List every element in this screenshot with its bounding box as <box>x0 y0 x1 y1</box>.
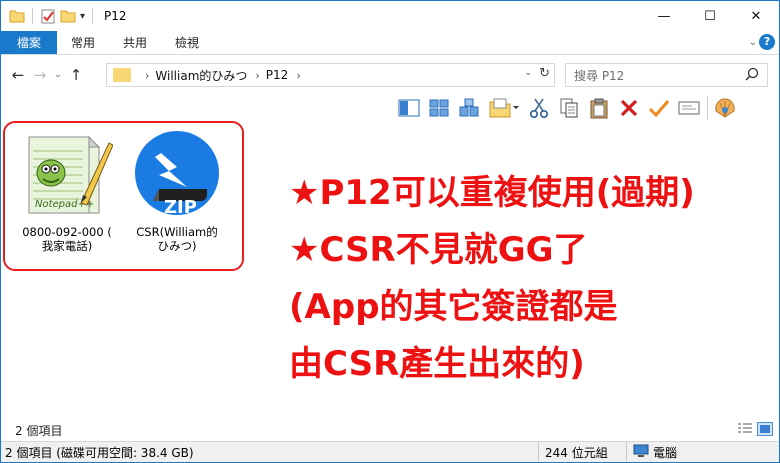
search-icon[interactable] <box>745 67 759 85</box>
status-location: 電腦 <box>653 445 678 460</box>
delete-icon[interactable] <box>617 96 641 120</box>
annotation-line: 由CSR產生出來的) <box>289 344 585 384</box>
tab-view[interactable]: 檢視 <box>161 31 213 54</box>
tab-home[interactable]: 常用 <box>57 31 109 54</box>
folder-icon[interactable] <box>9 8 25 24</box>
search-input[interactable]: 搜尋 P12 <box>565 63 768 87</box>
view-switcher <box>737 422 773 436</box>
refresh-icon[interactable]: ↻ <box>539 66 550 81</box>
large-icons-view-icon[interactable] <box>427 96 451 120</box>
toolbar-divider <box>92 8 94 24</box>
back-button[interactable]: ← <box>7 66 29 84</box>
search-placeholder: 搜尋 P12 <box>574 68 625 83</box>
mail-icon[interactable] <box>677 96 701 120</box>
file-name-line2: 我家電話) <box>41 239 93 253</box>
ribbon-tabs: 檔案 常用 共用 檢視 ⌄ ? <box>1 31 779 55</box>
scissors-icon[interactable] <box>527 96 551 120</box>
status-bar: 2 個項目 (磁碟可用空間: 38.4 GB) 244 位元組 電腦 <box>1 441 779 462</box>
large-icons-toggle-icon[interactable] <box>757 422 773 436</box>
tiles-view-icon[interactable] <box>457 96 481 120</box>
details-pane-icon[interactable] <box>397 96 421 120</box>
paste-icon[interactable] <box>587 96 611 120</box>
shell-icon[interactable] <box>707 96 737 120</box>
breadcrumb-chevron-icon[interactable]: › <box>255 69 259 82</box>
breadcrumb-william[interactable]: William的ひみつ <box>155 67 247 84</box>
annotation-line: ★P12可以重複使用(過期) <box>289 173 695 213</box>
annotation-line: (App的其它簽證都是 <box>289 287 618 327</box>
navigation-bar: ← → ⌄ ↑ › William的ひみつ › P12 › ⌄ ↻ 搜尋 P12 <box>1 59 779 91</box>
title-bar: ▾ P12 — ☐ ✕ <box>1 1 779 31</box>
breadcrumb-chevron-icon[interactable]: › <box>296 69 300 82</box>
file-name-line1: 0800-092-000 ( <box>22 225 112 239</box>
quick-access-dropdown-icon[interactable]: ▾ <box>80 11 85 22</box>
quick-access-toolbar: ▾ <box>9 8 96 24</box>
window-title: P12 <box>104 9 127 23</box>
explorer-window: ▾ P12 — ☐ ✕ 檔案 常用 共用 檢視 ⌄ ? ← → ⌄ ↑ › Wi… <box>0 0 780 463</box>
toolbar-divider <box>32 8 33 24</box>
new-folder-icon[interactable] <box>60 8 76 24</box>
zip-archive-icon: ZIP <box>129 131 225 221</box>
status-items-summary: 2 個項目 (磁碟可用空間: 38.4 GB) <box>5 445 194 460</box>
command-toolbar <box>397 95 737 121</box>
breadcrumb-chevron-icon[interactable]: › <box>145 69 149 82</box>
window-controls: — ☐ ✕ <box>641 1 779 31</box>
zip-badge-text: ZIP <box>164 197 197 218</box>
tab-file[interactable]: 檔案 <box>1 31 58 54</box>
status-size: 244 位元組 <box>545 445 608 460</box>
up-button[interactable]: ↑ <box>65 66 87 84</box>
folder-icon <box>113 68 131 82</box>
file-name-line1: CSR(William的 <box>136 225 218 239</box>
computer-icon <box>633 444 649 461</box>
check-icon[interactable] <box>647 96 671 120</box>
new-folder-menu-icon[interactable] <box>487 96 521 120</box>
file-name-line2: ひみつ) <box>157 239 197 253</box>
properties-icon[interactable] <box>40 8 56 24</box>
file-item-csr[interactable]: ZIP CSR(William的 ひみつ) <box>129 131 225 253</box>
breadcrumb-p12[interactable]: P12 <box>266 68 289 82</box>
item-count-bar: 2 個項目 <box>1 419 779 441</box>
close-button[interactable]: ✕ <box>733 1 779 31</box>
tab-share[interactable]: 共用 <box>109 31 161 54</box>
details-view-icon[interactable] <box>737 422 753 436</box>
help-icon[interactable]: ? <box>759 34 775 50</box>
maximize-button[interactable]: ☐ <box>687 1 733 31</box>
annotation-text: ★P12可以重複使用(過期) ★CSR不見就GG了 (App的其它簽證都是 由C… <box>289 165 695 393</box>
address-bar[interactable]: › William的ひみつ › P12 › ⌄ ↻ <box>106 63 555 87</box>
recent-locations-icon[interactable]: ⌄ <box>51 70 65 80</box>
copy-icon[interactable] <box>557 96 581 120</box>
minimize-button[interactable]: — <box>641 1 687 31</box>
file-item-phone[interactable]: Notepad++ 0800-092-000 ( 我家電話) <box>19 131 115 253</box>
forward-button[interactable]: → <box>29 66 51 84</box>
item-count: 2 個項目 <box>15 423 63 438</box>
address-dropdown-icon[interactable]: ⌄ <box>524 68 532 78</box>
file-list-area: Notepad++ 0800-092-000 ( 我家電話) ZIP CSR(W… <box>1 121 779 419</box>
annotation-line: ★CSR不見就GG了 <box>289 230 588 270</box>
notepad-plus-plus-icon: Notepad++ <box>19 131 115 221</box>
expand-ribbon-icon[interactable]: ⌄ <box>749 37 757 48</box>
